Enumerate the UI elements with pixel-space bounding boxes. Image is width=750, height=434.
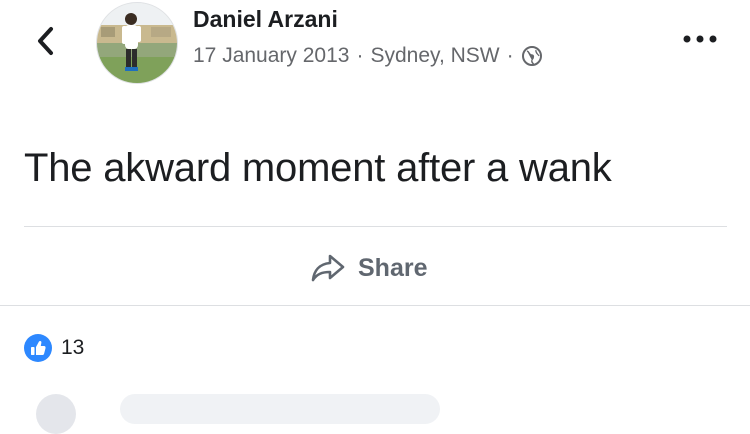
post-location[interactable]: Sydney, NSW: [370, 44, 499, 68]
profile-photo: [97, 3, 177, 83]
post-date[interactable]: 17 January 2013: [193, 44, 349, 68]
share-button[interactable]: Share: [310, 246, 427, 290]
globe-icon: [521, 46, 542, 66]
reaction-summary[interactable]: 13: [24, 334, 84, 362]
divider: [24, 226, 727, 227]
more-options-button[interactable]: [680, 24, 720, 54]
back-button[interactable]: [30, 22, 60, 60]
post-meta: 17 January 2013 · Sydney, NSW ·: [193, 44, 543, 68]
author-name[interactable]: Daniel Arzani: [193, 6, 338, 33]
post-header: Daniel Arzani 17 January 2013 · Sydney, …: [0, 0, 750, 100]
post-text: The akward moment after a wank: [24, 146, 612, 190]
share-label: Share: [358, 253, 428, 282]
meta-separator: ·: [356, 44, 364, 67]
meta-separator: ·: [506, 44, 514, 67]
comment-input[interactable]: [120, 394, 440, 424]
like-count: 13: [61, 336, 85, 359]
thumbs-up-icon: [24, 334, 52, 362]
more-horizontal-icon: [683, 35, 717, 43]
avatar[interactable]: [96, 2, 178, 84]
chevron-left-icon: [38, 27, 53, 55]
divider: [0, 305, 750, 306]
avatar: [36, 394, 76, 434]
share-arrow-icon: [311, 254, 345, 282]
